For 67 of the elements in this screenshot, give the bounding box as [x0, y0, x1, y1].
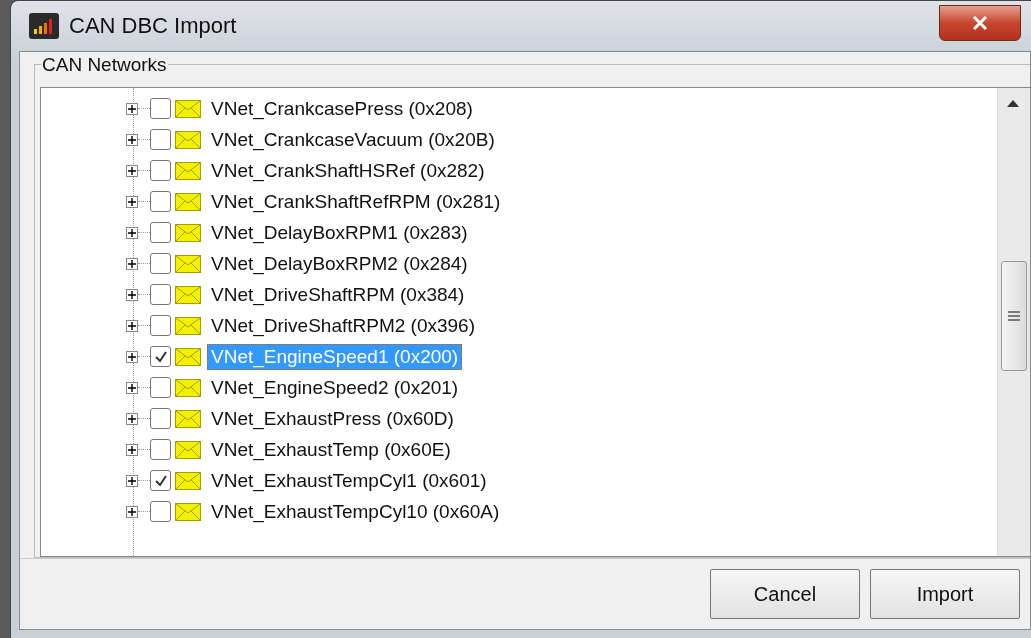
expand-button[interactable]	[126, 350, 138, 363]
tree-item[interactable]: VNet_ExhaustPress (0x60D)	[207, 405, 458, 432]
tree-item[interactable]: VNet_CrankcaseVacuum (0x20B)	[207, 126, 499, 153]
checkmark-icon	[153, 349, 168, 364]
expand-button[interactable]	[126, 257, 138, 270]
tree-item[interactable]: VNet_DriveShaftRPM2 (0x396)	[207, 312, 479, 339]
tree-item[interactable]: VNet_CrankShaftRefRPM (0x281)	[207, 188, 505, 215]
dialog-button[interactable]: Import	[870, 569, 1020, 619]
checkbox[interactable]	[150, 408, 171, 429]
checkbox[interactable]	[150, 160, 171, 181]
dialog-button[interactable]: Cancel	[710, 569, 860, 619]
expand-button[interactable]	[126, 226, 138, 239]
close-icon	[972, 15, 988, 31]
expand-button[interactable]	[126, 195, 138, 208]
envelope-icon	[175, 409, 201, 428]
tree-item[interactable]: VNet_CrankcasePress (0x208)	[207, 95, 477, 122]
tree-item[interactable]: VNet_DelayBoxRPM1 (0x283)	[207, 219, 472, 246]
tree-item[interactable]: VNet_ExhaustTempCyl10 (0x60A)	[207, 498, 504, 525]
checkbox[interactable]	[150, 222, 171, 243]
close-button[interactable]	[939, 5, 1021, 41]
app-icon	[29, 13, 59, 39]
envelope-icon	[175, 316, 201, 335]
expand-button[interactable]	[126, 412, 138, 425]
scrollbar[interactable]	[997, 88, 1030, 556]
grip-icon	[1008, 311, 1020, 321]
checkbox[interactable]	[150, 439, 171, 460]
checkbox[interactable]	[150, 501, 171, 522]
envelope-icon	[175, 347, 201, 366]
tree-item[interactable]: VNet_ExhaustTemp (0x60E)	[207, 436, 455, 463]
tree-item[interactable]: VNet_CrankShaftHSRef (0x282)	[207, 157, 489, 184]
expand-button[interactable]	[126, 474, 138, 487]
checkbox[interactable]	[150, 315, 171, 336]
envelope-icon	[175, 502, 201, 521]
envelope-icon	[175, 285, 201, 304]
expand-button[interactable]	[126, 133, 138, 146]
envelope-icon	[175, 378, 201, 397]
checkbox[interactable]	[150, 253, 171, 274]
expand-button[interactable]	[126, 505, 138, 518]
expand-button[interactable]	[126, 381, 138, 394]
envelope-icon	[175, 99, 201, 118]
checkbox[interactable]	[150, 284, 171, 305]
scroll-up-icon[interactable]	[1007, 100, 1019, 107]
expand-button[interactable]	[126, 443, 138, 456]
expand-button[interactable]	[126, 288, 138, 301]
envelope-icon	[175, 161, 201, 180]
envelope-icon	[175, 471, 201, 490]
checkbox[interactable]	[150, 470, 171, 491]
tree-item[interactable]: VNet_ExhaustTempCyl1 (0x601)	[207, 467, 491, 494]
envelope-icon	[175, 130, 201, 149]
expand-button[interactable]	[126, 319, 138, 332]
envelope-icon	[175, 254, 201, 273]
expand-button[interactable]	[126, 102, 138, 115]
checkbox[interactable]	[150, 346, 171, 367]
checkmark-icon	[153, 473, 168, 488]
expand-button[interactable]	[126, 164, 138, 177]
window-title: CAN DBC Import	[69, 13, 237, 39]
scroll-thumb[interactable]	[1001, 261, 1027, 371]
checkbox[interactable]	[150, 377, 171, 398]
envelope-icon	[175, 223, 201, 242]
tree-item[interactable]: VNet_EngineSpeed2 (0x201)	[207, 374, 463, 401]
envelope-icon	[175, 192, 201, 211]
checkbox[interactable]	[150, 191, 171, 212]
checkbox[interactable]	[150, 129, 171, 150]
tree-item[interactable]: VNet_DelayBoxRPM2 (0x284)	[207, 250, 472, 277]
tree-item[interactable]: VNet_DriveShaftRPM (0x384)	[207, 281, 469, 308]
checkbox[interactable]	[150, 98, 171, 119]
envelope-icon	[175, 440, 201, 459]
